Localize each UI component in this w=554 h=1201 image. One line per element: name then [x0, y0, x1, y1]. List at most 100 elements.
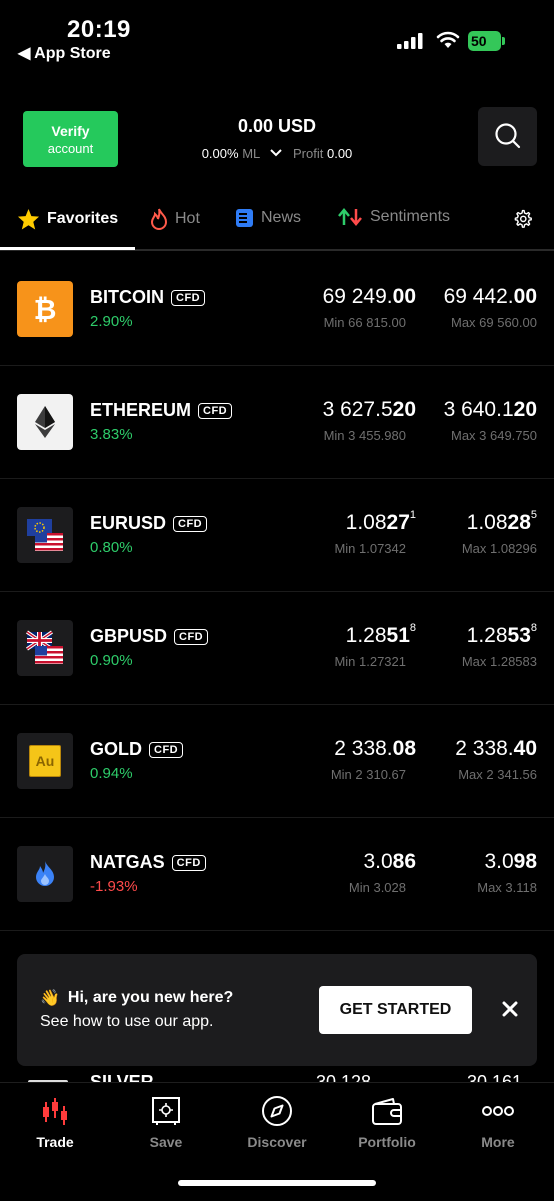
close-icon[interactable] — [499, 998, 521, 1020]
nav-save[interactable]: Save — [121, 1095, 211, 1150]
signal-icon — [397, 33, 423, 49]
max-price: Max 1.08296 — [461, 541, 537, 556]
profit-label: Profit — [293, 146, 324, 161]
tab-label: Favorites — [47, 210, 119, 227]
change-percent: 0.94% — [90, 765, 133, 782]
bid-price[interactable]: 1.28518 — [346, 622, 416, 648]
ask-price[interactable]: 3 640.120 — [444, 398, 537, 422]
min-price: Min 1.07342 — [334, 541, 406, 556]
tab-sentiments[interactable]: Sentiments — [337, 208, 450, 226]
star-icon — [17, 208, 40, 230]
verify-label: Verify — [51, 123, 90, 139]
ask-price[interactable]: 3.098 — [484, 850, 537, 874]
bid-price[interactable]: 3.086 — [363, 850, 416, 874]
tab-label: Hot — [175, 210, 200, 227]
change-percent: 3.83% — [90, 426, 133, 443]
instrument-row-silver-partial[interactable]: SILVER 30.128 30.161 — [0, 1068, 554, 1082]
min-price: Min 2 310.67 — [330, 767, 406, 782]
instrument-row-bitcoin[interactable]: ₿ BITCOIN CFD 2.90% 69 249.00 69 442.00 M… — [0, 252, 554, 366]
battery-icon: 50 — [468, 31, 506, 51]
battery-level: 50 — [471, 33, 487, 49]
flame-icon — [150, 208, 168, 230]
instrument-name: BITCOIN — [90, 287, 164, 307]
gold-symbol: Au — [29, 745, 61, 777]
home-indicator[interactable] — [178, 1180, 376, 1186]
search-button[interactable] — [478, 107, 537, 166]
margin-level-value: 0.00% — [201, 146, 239, 161]
ask-price[interactable]: 69 442.00 — [444, 285, 537, 309]
active-tab-indicator — [0, 247, 135, 250]
max-price: Max 2 341.56 — [458, 767, 537, 782]
instrument-name: SILVER — [90, 1072, 154, 1082]
instrument-name: GBPUSD — [90, 626, 168, 646]
cfd-badge: CFD — [171, 854, 206, 871]
cfd-badge: CFD — [174, 628, 209, 645]
nav-trade[interactable]: Trade — [10, 1095, 100, 1150]
nav-label: Portfolio — [358, 1134, 416, 1150]
ask-price[interactable]: 1.28538 — [467, 622, 537, 648]
bid-price[interactable]: 1.08271 — [346, 509, 416, 535]
change-percent: 0.80% — [90, 539, 133, 556]
instrument-row-ethereum[interactable]: ETHEREUM CFD 3.83% 3 627.520 3 640.120 Mi… — [0, 365, 554, 479]
wallet-icon — [372, 1098, 402, 1125]
wifi-icon — [436, 31, 460, 48]
bid-price[interactable]: 2 338.08 — [334, 737, 416, 761]
ask-price: 30.161 — [467, 1072, 523, 1082]
tab-hot[interactable]: Hot — [150, 208, 200, 230]
instrument-name: ETHEREUM — [90, 400, 192, 420]
max-price: Max 3.118 — [477, 880, 537, 895]
tab-label: Sentiments — [370, 208, 451, 225]
max-price: Max 1.28583 — [461, 654, 537, 669]
promo-subtitle: See how to use our app. — [40, 1013, 214, 1030]
svg-text:₿: ₿ — [34, 294, 57, 325]
promo-title: 👋 Hi, are you new here? — [40, 988, 233, 1008]
change-percent: 0.90% — [90, 652, 133, 669]
get-started-button[interactable]: GET STARTED — [319, 986, 472, 1034]
instrument-name: EURUSD — [90, 513, 167, 533]
min-price: Min 3 455.980 — [323, 428, 406, 443]
nav-more[interactable]: More — [453, 1095, 543, 1150]
status-time: 20:19 — [67, 16, 131, 43]
tab-label: News — [261, 209, 302, 226]
instrument-row-eurusd[interactable]: EURUSD CFD 0.80% 1.08271 1.08285 Min 1.07… — [0, 478, 554, 592]
change-percent: -1.93% — [90, 878, 138, 895]
ethereum-icon — [17, 394, 73, 450]
instrument-name: GOLD — [90, 739, 142, 759]
bid-price: 30.128 — [316, 1072, 372, 1082]
balance-details[interactable]: 0.00% ML Profit 0.00 — [170, 146, 384, 161]
waving-hand-icon: 👋 — [40, 990, 60, 1007]
ask-price[interactable]: 1.08285 — [467, 509, 537, 535]
save-safe-icon — [152, 1097, 180, 1125]
instrument-row-gold[interactable]: Au GOLD CFD 0.94% 2 338.08 2 338.40 Min 2… — [0, 704, 554, 818]
bid-price[interactable]: 3 627.520 — [323, 398, 416, 422]
chevron-down-icon[interactable] — [269, 148, 283, 158]
min-price: Min 66 815.00 — [323, 315, 406, 330]
nav-label: More — [481, 1134, 515, 1150]
gear-icon[interactable] — [513, 209, 532, 228]
cfd-badge: CFD — [198, 402, 233, 419]
candlestick-icon — [43, 1098, 67, 1125]
verify-account-button[interactable]: Verify account — [23, 111, 118, 167]
ask-price[interactable]: 2 338.40 — [455, 737, 537, 761]
back-to-app-store[interactable]: ◀ App Store — [18, 43, 111, 63]
search-icon — [495, 123, 521, 149]
nav-label: Trade — [36, 1134, 74, 1150]
compass-icon — [262, 1096, 292, 1126]
promo-title-text: Hi, are you new here? — [67, 989, 234, 1006]
max-price: Max 69 560.00 — [450, 315, 537, 330]
gbp-usd-flags-icon — [17, 620, 73, 676]
tab-news[interactable]: News — [235, 208, 301, 228]
tab-favorites[interactable]: Favorites — [17, 208, 118, 230]
change-percent: 2.90% — [90, 313, 133, 330]
profit-value: 0.00 — [326, 146, 353, 161]
nav-portfolio[interactable]: Portfolio — [342, 1095, 432, 1150]
min-price: Min 3.028 — [348, 880, 406, 895]
instrument-row-gbpusd[interactable]: GBPUSD CFD 0.90% 1.28518 1.28538 Min 1.27… — [0, 591, 554, 705]
bid-price[interactable]: 69 249.00 — [323, 285, 416, 309]
nav-label: Discover — [247, 1134, 307, 1150]
max-price: Max 3 649.750 — [450, 428, 537, 443]
nav-discover[interactable]: Discover — [232, 1095, 322, 1150]
nav-label: Save — [149, 1134, 183, 1150]
margin-level-label: ML — [242, 146, 260, 161]
instrument-row-natgas[interactable]: NATGAS CFD -1.93% 3.086 3.098 Min 3.028 M… — [0, 817, 554, 931]
